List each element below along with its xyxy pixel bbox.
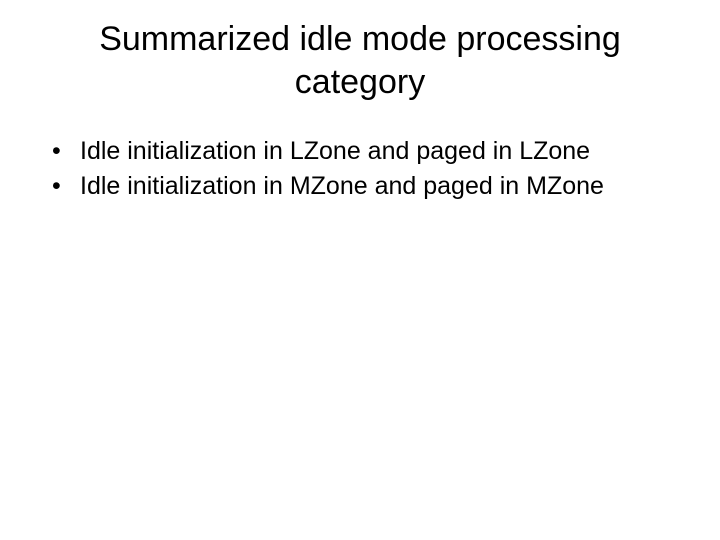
- slide-content: • Idle initialization in LZone and paged…: [40, 135, 680, 202]
- bullet-icon: •: [48, 170, 80, 203]
- bullet-text: Idle initialization in LZone and paged i…: [80, 135, 680, 168]
- list-item: • Idle initialization in LZone and paged…: [48, 135, 680, 168]
- bullet-text: Idle initialization in MZone and paged i…: [80, 170, 680, 203]
- list-item: • Idle initialization in MZone and paged…: [48, 170, 680, 203]
- bullet-icon: •: [48, 135, 80, 168]
- slide-title: Summarized idle mode processing category: [40, 18, 680, 103]
- slide: Summarized idle mode processing category…: [0, 0, 720, 540]
